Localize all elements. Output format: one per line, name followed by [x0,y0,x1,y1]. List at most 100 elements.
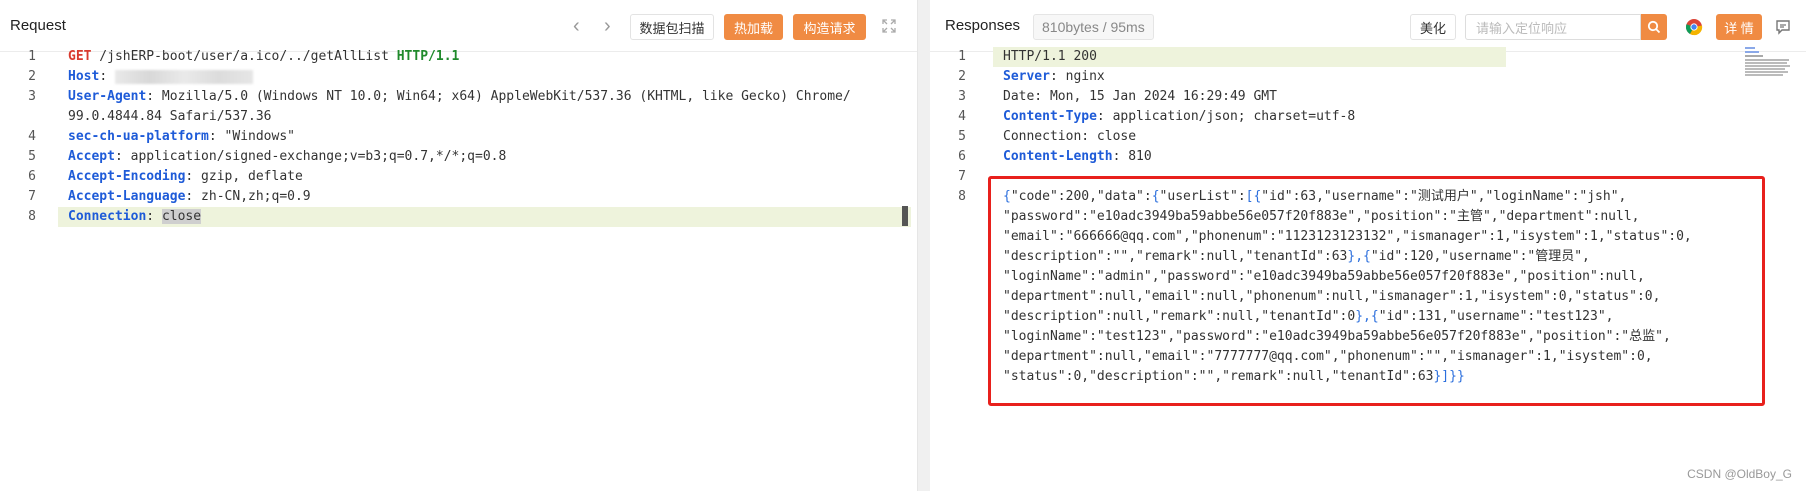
http-version: HTTP/1.1 [396,49,460,64]
line-number: 6 [958,149,966,164]
response-line: 3 Date: Mon, 15 Jan 2024 16:29:49 GMT [930,87,1806,107]
code-text: : [146,209,162,224]
selected-text: close [161,209,202,224]
line-text: Date: Mon, 15 Jan 2024 16:29:49 GMT [1003,87,1277,107]
line-text: Content-Length: 810 [1003,147,1152,167]
line-text: 99.0.4844.84 Safari/537.36 [68,107,272,127]
response-line: 4 Content-Type: application/json; charset… [930,107,1806,127]
watermark: CSDN @OldBoy_G [1687,467,1792,481]
response-pane: Responses 810bytes / 95ms 美化 请输入定位响应 详 情… [930,0,1806,491]
line-number: 5 [958,129,966,144]
header-key: Content-Type [1003,109,1097,124]
response-line: 5 Connection: close [930,127,1806,147]
code-text: : [99,69,115,84]
line-number: 3 [958,89,966,104]
line-text: Accept: application/signed-exchange;v=b3… [68,147,506,167]
header-key: Accept-Language [68,189,186,204]
pane-divider[interactable] [918,0,930,491]
highlight-box [988,176,1765,406]
request-line: 8 Connection: close [0,207,917,227]
request-line: 99.0.4844.84 Safari/537.36 [0,107,917,127]
code-text: /jshERP-boot/user/a.ico/../getAllList [91,49,397,64]
line-number: 8 [958,189,966,204]
line-text: GET /jshERP-boot/user/a.ico/../getAllLis… [68,47,459,67]
response-header: Responses 810bytes / 95ms 美化 请输入定位响应 详 情 [930,0,1806,52]
code-text: Date: Mon, 15 Jan 2024 16:29:49 GMT [1003,89,1277,104]
code-text: Connection: close [1003,129,1137,144]
line-number: 6 [28,169,36,184]
line-number: 8 [28,209,36,224]
request-line: 5 Accept: application/signed-exchange;v=b… [0,147,917,167]
line-text: Server: nginx [1003,67,1105,87]
line-number: 1 [28,49,36,64]
line-number: 2 [958,69,966,84]
request-pane: Request ‹ › 数据包扫描 热加载 构造请求 1 GET /jshERP-… [0,0,918,491]
response-line: 6 Content-Length: 810 [930,147,1806,167]
line-text: Connection: close [1003,127,1136,147]
code-text: : application/json; charset=utf-8 [1096,109,1356,124]
expand-icon[interactable] [882,19,896,38]
line-text: Connection: close [58,207,911,227]
line-text: sec-ch-ua-platform: "Windows" [68,127,295,147]
header-key: Accept [68,149,115,164]
line-text: User-Agent: Mozilla/5.0 (Windows NT 10.0… [68,87,851,107]
response-title: Responses [945,17,1021,34]
header-key: User-Agent [68,89,147,104]
build-request-button[interactable]: 构造请求 [793,14,866,40]
detail-button[interactable]: 详 情 [1716,14,1762,40]
header-key: Connection [68,209,147,224]
request-line: 4 sec-ch-ua-platform: "Windows" [0,127,917,147]
scrollbar-thumb[interactable] [902,206,908,226]
line-text: HTTP/1.1 200 [993,47,1506,67]
search-icon[interactable] [1641,14,1667,40]
line-text: Accept-Language: zh-CN,zh;q=0.9 [68,187,311,207]
redacted-host [114,69,253,84]
packet-scan-button[interactable]: 数据包扫描 [630,14,714,40]
line-text: Host: [68,67,253,87]
request-line: 2 Host: [0,67,917,87]
header-key: Server [1003,69,1050,84]
request-editor[interactable]: 1 GET /jshERP-boot/user/a.ico/../getAllLi… [0,47,917,227]
line-number: 2 [28,69,36,84]
code-text: : gzip, deflate [185,169,303,184]
prev-arrow-icon[interactable]: ‹ [573,16,580,36]
code-text: HTTP/1.1 200 [1003,49,1097,64]
line-number: 7 [958,169,966,184]
request-line: 3 User-Agent: Mozilla/5.0 (Windows NT 10.… [0,87,917,107]
message-icon[interactable] [1775,19,1791,40]
response-line: 2 Server: nginx [930,67,1806,87]
response-line: 1 HTTP/1.1 200 [930,47,1806,67]
hot-load-button[interactable]: 热加载 [724,14,783,40]
line-number: 4 [28,129,36,144]
size-time-badge: 810bytes / 95ms [1033,14,1154,40]
code-text: : 810 [1112,149,1152,164]
header-key: Content-Length [1003,149,1113,164]
header-key: sec-ch-ua-platform [68,129,209,144]
line-text: Accept-Encoding: gzip, deflate [68,167,303,187]
header-key: Accept-Encoding [68,169,186,184]
request-line: 7 Accept-Language: zh-CN,zh;q=0.9 [0,187,917,207]
code-text: : nginx [1049,69,1105,84]
beautify-button[interactable]: 美化 [1410,14,1456,40]
code-text: : zh-CN,zh;q=0.9 [185,189,311,204]
request-header: Request ‹ › 数据包扫描 热加载 构造请求 [0,0,917,52]
chrome-icon[interactable] [1685,18,1703,41]
code-text: : application/signed-exchange;v=b3;q=0.7… [114,149,507,164]
request-title: Request [10,17,66,34]
line-number: 3 [28,89,36,104]
next-arrow-icon[interactable]: › [604,16,611,36]
code-text: 99.0.4844.84 Safari/537.36 [68,109,272,124]
locate-search-input[interactable]: 请输入定位响应 [1465,14,1641,40]
line-text: Content-Type: application/json; charset=… [1003,107,1355,127]
request-line: 1 GET /jshERP-boot/user/a.ico/../getAllLi… [0,47,917,67]
code-text: : "Windows" [208,129,295,144]
header-key: Host [68,69,100,84]
line-number: 4 [958,109,966,124]
minimap[interactable] [1745,47,1793,83]
request-line: 6 Accept-Encoding: gzip, deflate [0,167,917,187]
line-number: 7 [28,189,36,204]
code-text: : Mozilla/5.0 (Windows NT 10.0; Win64; x… [146,89,851,104]
line-number: 5 [28,149,36,164]
http-method: GET [68,49,92,64]
line-number: 1 [958,49,966,64]
